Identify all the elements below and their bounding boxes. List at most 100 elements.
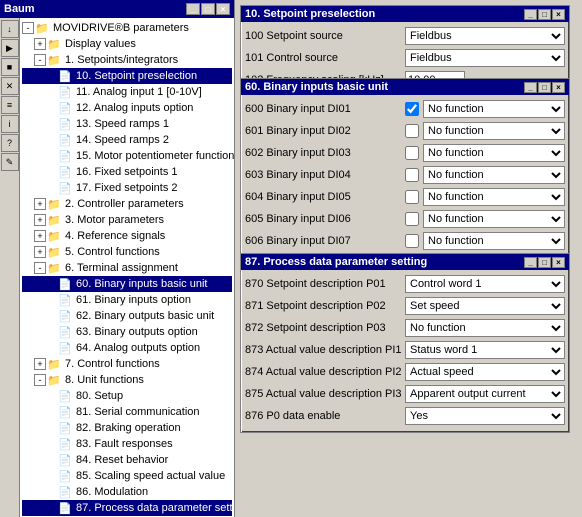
baum-minimize-btn[interactable]: _ [186,3,200,15]
tree-item-reference[interactable]: +📁4. Reference signals [22,228,232,244]
tree-item-setup[interactable]: 📄80. Setup [22,388,232,404]
page-icon: 📄 [58,165,72,179]
binary-title: 60. Binary inputs basic unit [245,81,388,93]
check-606[interactable] [405,234,419,248]
check-604[interactable] [405,190,419,204]
tree-item-binary-out-basic[interactable]: 📄62. Binary outputs basic unit [22,308,232,324]
folder-icon: 📁 [47,213,61,227]
tree-item-fault-resp[interactable]: 📄83. Fault responses [22,436,232,452]
expand-icon[interactable]: + [34,214,46,226]
setpoint-maximize[interactable]: □ [538,9,551,20]
tree-item-modulation[interactable]: 📄86. Modulation [22,484,232,500]
process-minimize[interactable]: _ [524,257,537,268]
binary-minimize[interactable]: _ [524,82,537,93]
tree-label-process-data: 87. Process data parameter settin [74,502,234,514]
toolbar-btn-3[interactable]: ■ [1,58,19,76]
expand-icon[interactable]: - [34,374,46,386]
expand-icon[interactable]: + [34,246,46,258]
tree-item-motor[interactable]: +📁3. Motor parameters [22,212,232,228]
tree-item-binary-out-opt[interactable]: 📄63. Binary outputs option [22,324,232,340]
tree-item-binary-basic[interactable]: 📄60. Binary inputs basic unit [22,276,232,292]
process-close[interactable]: × [552,257,565,268]
toolbar-btn-8[interactable]: ✎ [1,153,19,171]
check-601[interactable] [405,124,419,138]
page-icon: 📄 [58,293,72,307]
check-602[interactable] [405,146,419,160]
expand-icon[interactable]: + [34,230,46,242]
baum-maximize-btn[interactable]: □ [201,3,215,15]
tree-content[interactable]: -📁MOVIDRIVE®B parameters+📁Display values… [20,18,234,517]
page-icon: 📄 [58,389,72,403]
tree-item-control-fn[interactable]: +📁5. Control functions [22,244,232,260]
select-602[interactable]: No function [423,144,565,162]
tree-item-scaling[interactable]: 📄85. Scaling speed actual value [22,468,232,484]
toolbar-btn-7[interactable]: ? [1,134,19,152]
left-panel: Baum _ □ × ↓ ▶ ■ ✕ ≡ i ? ✎ -📁MOVID [0,0,235,517]
setpoint-minimize[interactable]: _ [524,9,537,20]
tree-item-speed-ramps1[interactable]: 📄13. Speed ramps 1 [22,116,232,132]
sel-wrap-873: Status word 1 [405,341,565,359]
tree-item-display[interactable]: +📁Display values [22,36,232,52]
toolbar-btn-1[interactable]: ↓ [1,20,19,38]
setpoint-close[interactable]: × [552,9,565,20]
select-604[interactable]: No function [423,188,565,206]
check-605[interactable] [405,212,419,226]
toolbar-btn-2[interactable]: ▶ [1,39,19,57]
row-876: 876 P0 data enable YesNo [245,406,565,426]
toolbar-btn-4[interactable]: ✕ [1,77,19,95]
select-606[interactable]: No function [423,232,565,250]
select-601[interactable]: No function [423,122,565,140]
expand-icon[interactable]: - [34,262,46,274]
select-101[interactable]: FieldbusTerminalRS485 [405,49,565,67]
tree-item-reset[interactable]: 📄84. Reset behavior [22,452,232,468]
expand-icon[interactable]: - [22,22,34,34]
select-605[interactable]: No function [423,210,565,228]
tree-item-braking[interactable]: 📄82. Braking operation [22,420,232,436]
select-875[interactable]: Apparent output current [405,385,565,403]
tree-item-setpoints[interactable]: -📁1. Setpoints/integrators [22,52,232,68]
binary-maximize[interactable]: □ [538,82,551,93]
folder-icon: 📁 [47,357,61,371]
select-876[interactable]: YesNo [405,407,565,425]
tree-item-analog-opt[interactable]: 📄12. Analog inputs option [22,100,232,116]
select-870[interactable]: Control word 1 [405,275,565,293]
tree-item-binary-opt[interactable]: 📄61. Binary inputs option [22,292,232,308]
tree-item-movidrive[interactable]: -📁MOVIDRIVE®B parameters [22,20,232,36]
tree-item-setpoint-presel[interactable]: 📄10. Setpoint preselection [22,68,232,84]
tree-item-fixed-sp2[interactable]: 📄17. Fixed setpoints 2 [22,180,232,196]
check-603[interactable] [405,168,419,182]
expand-icon[interactable]: - [34,54,46,66]
expand-icon[interactable]: + [34,358,46,370]
label-600: 600 Binary input DI01 [245,103,405,115]
sel-wrap-600: No function [423,100,565,118]
tree-item-analog-in1[interactable]: 📄11. Analog input 1 [0-10V] [22,84,232,100]
tree-item-terminal[interactable]: -📁6. Terminal assignment [22,260,232,276]
select-600[interactable]: No function [423,100,565,118]
tree-item-analog-out[interactable]: 📄64. Analog outputs option [22,340,232,356]
expand-icon[interactable]: + [34,198,46,210]
tree-item-serial-comm[interactable]: 📄81. Serial communication [22,404,232,420]
process-maximize[interactable]: □ [538,257,551,268]
binary-close[interactable]: × [552,82,565,93]
select-100[interactable]: FieldbusAnalogFixed [405,27,565,45]
select-873[interactable]: Status word 1 [405,341,565,359]
main-container: Baum _ □ × ↓ ▶ ■ ✕ ≡ i ? ✎ -📁MOVID [0,0,582,517]
label-876: 876 P0 data enable [245,410,405,422]
check-600[interactable] [405,102,419,116]
select-603[interactable]: No function [423,166,565,184]
select-874[interactable]: Actual speed [405,363,565,381]
tree-item-motor-pot[interactable]: 📄15. Motor potentiometer function [22,148,232,164]
toolbar-btn-6[interactable]: i [1,115,19,133]
select-872[interactable]: No function [405,319,565,337]
expand-icon[interactable]: + [34,38,46,50]
tree-item-fixed-sp1[interactable]: 📄16. Fixed setpoints 1 [22,164,232,180]
baum-close-btn[interactable]: × [216,3,230,15]
tree-item-control-fn2[interactable]: +📁7. Control functions [22,356,232,372]
select-871[interactable]: Set speed [405,297,565,315]
tree-item-controller[interactable]: +📁2. Controller parameters [22,196,232,212]
tree-item-process-data[interactable]: 📄87. Process data parameter settin [22,500,232,516]
page-icon: 📄 [58,405,72,419]
tree-item-unit-fn[interactable]: -📁8. Unit functions [22,372,232,388]
toolbar-btn-5[interactable]: ≡ [1,96,19,114]
tree-item-speed-ramps2[interactable]: 📄14. Speed ramps 2 [22,132,232,148]
